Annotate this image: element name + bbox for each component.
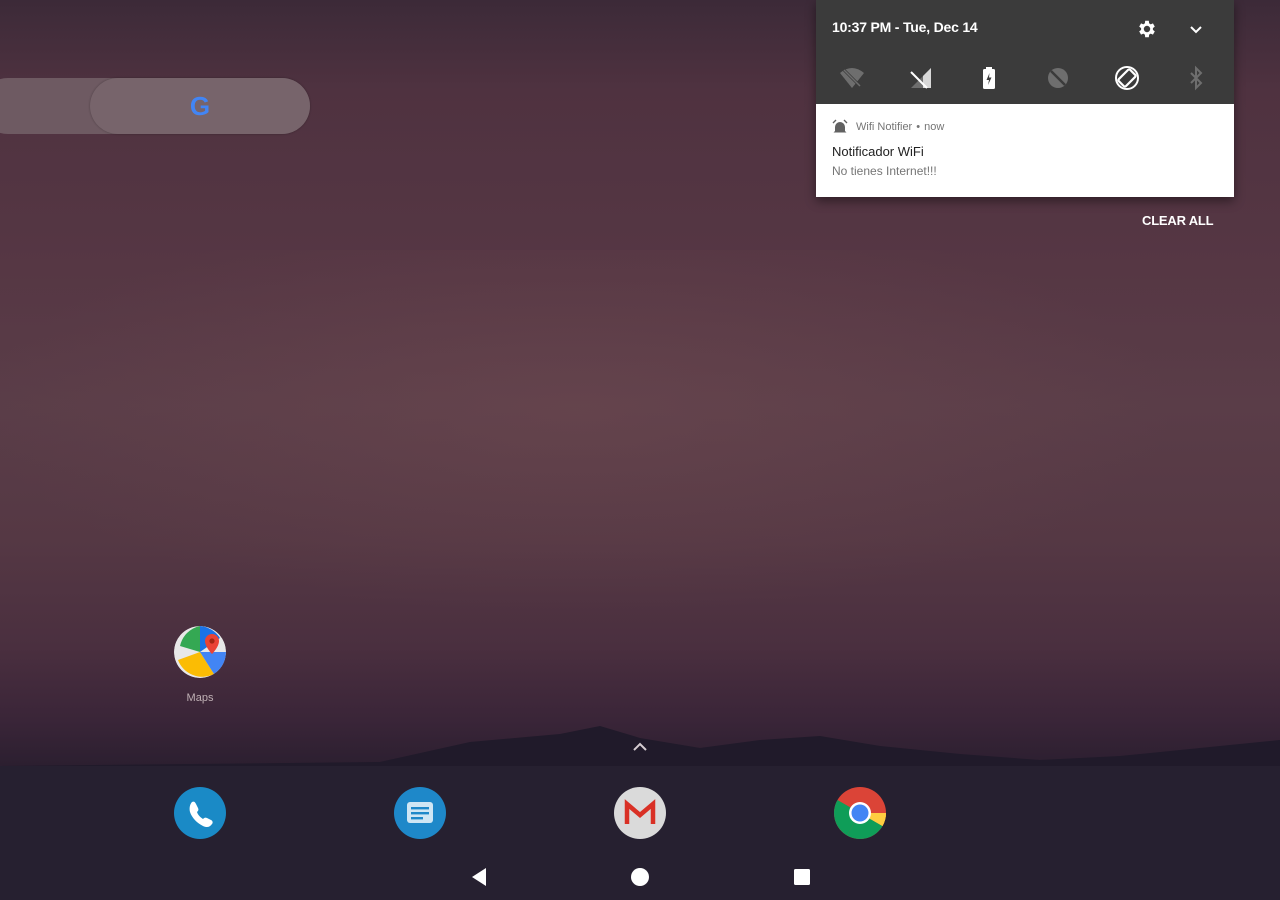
notification-app-name: Wifi Notifier <box>856 121 913 133</box>
do-not-disturb-icon[interactable] <box>1044 64 1072 92</box>
quick-settings-header: 10:37 PM - Tue, Dec 14 <box>816 0 1234 104</box>
auto-rotate-icon[interactable] <box>1113 64 1141 92</box>
chevron-up-icon[interactable] <box>630 740 650 754</box>
notification-header: Wifi Notifier • now <box>832 119 944 135</box>
alarm-icon <box>832 119 848 133</box>
gear-icon[interactable] <box>1136 18 1158 40</box>
google-logo: G <box>189 90 211 121</box>
battery-icon[interactable] <box>975 64 1003 92</box>
notification-card[interactable]: Wifi Notifier • now Notificador WiFi No … <box>816 104 1234 197</box>
notification-text: No tienes Internet!!! <box>832 164 937 178</box>
back-icon[interactable] <box>467 866 491 888</box>
wallpaper-mountains <box>0 726 1280 770</box>
bluetooth-off-icon[interactable] <box>1182 64 1210 92</box>
notification-time: now <box>924 121 945 133</box>
maps-icon <box>174 626 226 678</box>
recents-icon[interactable] <box>790 866 814 888</box>
notification-title: Notificador WiFi <box>832 144 924 159</box>
notification-shade: 10:37 PM - Tue, Dec 14 Wifi Notifier • n… <box>816 0 1234 197</box>
app-label: Maps <box>186 692 214 704</box>
chevron-down-icon[interactable] <box>1186 20 1206 40</box>
notification-separator: • <box>916 121 921 133</box>
clear-all-button[interactable]: CLEAR ALL <box>1142 213 1214 228</box>
wifi-off-icon[interactable] <box>838 64 866 92</box>
cellular-off-icon[interactable] <box>907 64 935 92</box>
wallpaper <box>0 250 1280 650</box>
chrome-icon[interactable] <box>833 786 887 840</box>
google-search-button[interactable]: G <box>90 78 310 134</box>
home-icon[interactable] <box>628 866 652 888</box>
messages-icon[interactable] <box>393 786 447 840</box>
phone-icon[interactable] <box>173 786 227 840</box>
maps-app-shortcut[interactable]: Maps <box>170 626 230 704</box>
gmail-icon[interactable] <box>613 786 667 840</box>
date-time: 10:37 PM - Tue, Dec 14 <box>832 19 978 35</box>
